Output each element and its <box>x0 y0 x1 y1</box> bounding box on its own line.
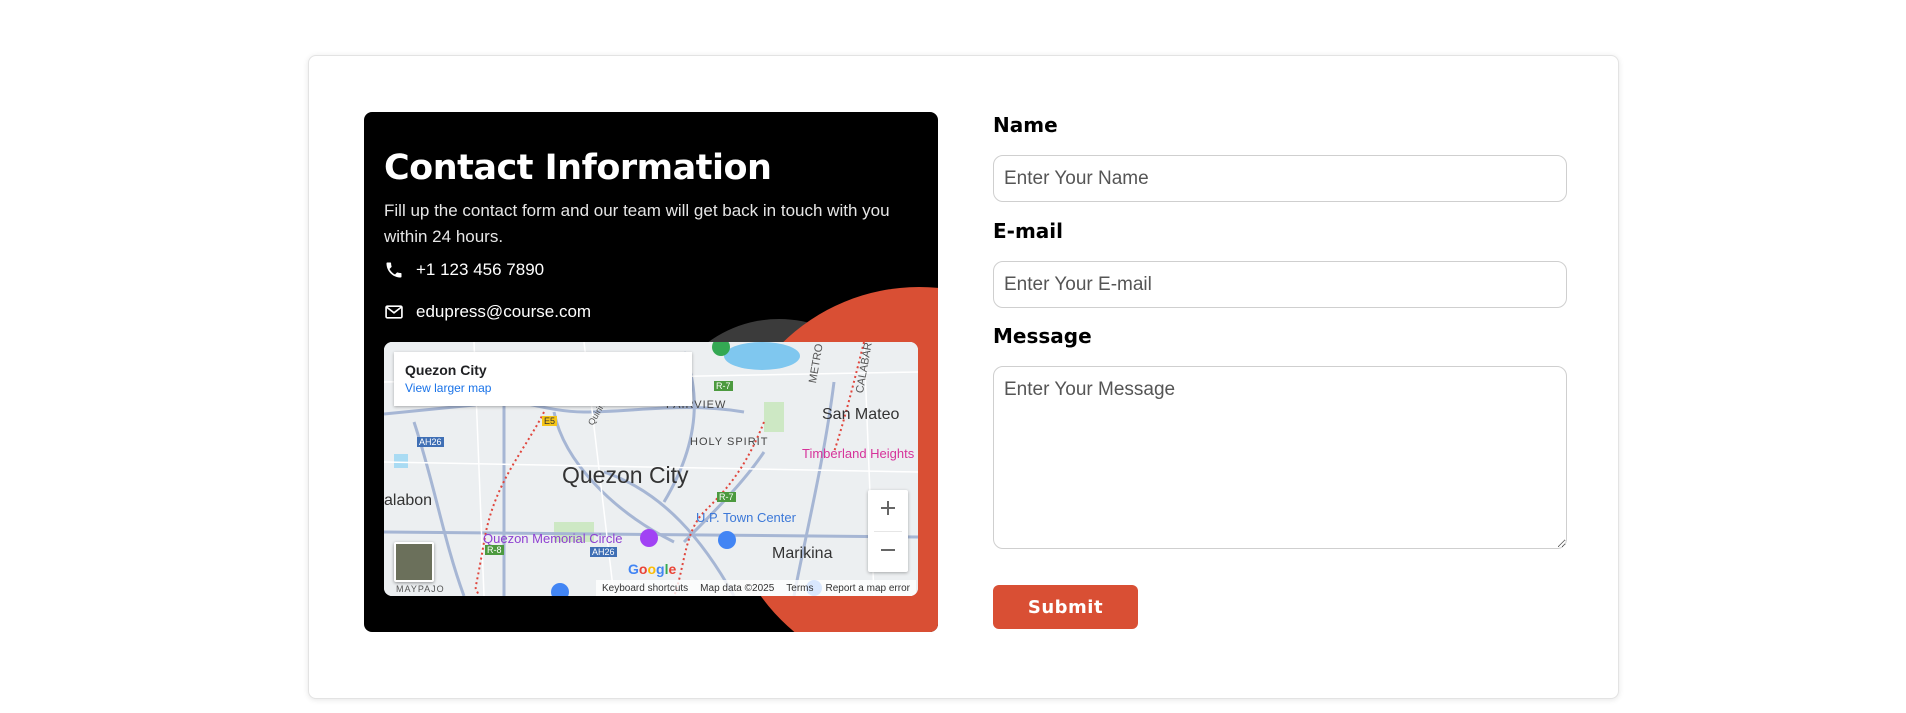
mail-icon <box>384 302 404 322</box>
map-shield-e5: E5 <box>542 416 558 426</box>
map-label-city: Quezon City <box>562 462 689 488</box>
map-label-holy-spirit: HOLY SPIRIT <box>690 436 769 448</box>
map-shield-r8: R-8 <box>485 545 504 555</box>
map-label-timberland: Timberland Heights <box>802 446 915 461</box>
name-input[interactable] <box>993 155 1567 202</box>
email-label: E-mail <box>993 219 1064 243</box>
map-shield-r7-south: R-7 <box>717 492 736 502</box>
zoom-in-button[interactable] <box>868 490 908 531</box>
map-shield-r7-north: R-7 <box>714 381 733 391</box>
contact-phone-value[interactable]: +1 123 456 7890 <box>416 260 544 280</box>
google-logo: Google <box>628 561 677 577</box>
minus-icon <box>879 541 897 564</box>
plus-icon <box>879 499 897 522</box>
map-label-malabon: alabon <box>384 492 433 509</box>
embedded-map[interactable]: Quezon City San Mateo FAIRVIEW HOLY SPIR… <box>384 342 918 596</box>
map-attribution: Keyboard shortcuts Map data ©2025 Terms … <box>596 580 916 596</box>
contact-info-panel: Contact Information Fill up the contact … <box>364 112 938 632</box>
map-info-box: Quezon City View larger map <box>394 352 692 406</box>
map-label-up-town: U.P. Town Center <box>696 510 796 525</box>
map-label-marikina: Marikina <box>772 545 833 562</box>
satellite-toggle[interactable] <box>394 542 434 582</box>
contact-info-text: Fill up the contact form and our team wi… <box>384 201 890 246</box>
map-zoom-control <box>868 490 908 572</box>
map-shield-ah26-west: AH26 <box>417 437 444 447</box>
message-label: Message <box>993 324 1092 348</box>
phone-icon <box>384 260 404 280</box>
map-shield-ah26-south: AH26 <box>590 547 617 557</box>
contact-email-value[interactable]: edupress@course.com <box>416 302 591 322</box>
keyboard-shortcuts-link[interactable]: Keyboard shortcuts <box>602 583 688 594</box>
view-larger-map-link[interactable]: View larger map <box>405 381 491 395</box>
terms-link[interactable]: Terms <box>786 583 813 594</box>
map-label-memorial-circle: Quezon Memorial Circle <box>483 531 623 546</box>
contact-info-title: Contact Information <box>384 148 772 188</box>
message-textarea[interactable] <box>993 366 1567 549</box>
name-label: Name <box>993 113 1058 137</box>
map-label-san-mateo: San Mateo <box>822 406 900 423</box>
zoom-out-button[interactable] <box>868 532 908 573</box>
report-error-link[interactable]: Report a map error <box>826 583 910 594</box>
contact-phone: +1 123 456 7890 <box>384 260 544 280</box>
map-place-name: Quezon City <box>405 362 487 378</box>
map-data-text: Map data ©2025 <box>700 582 775 594</box>
map-label-maypajo: MAYPAJO <box>396 584 445 594</box>
email-input[interactable] <box>993 261 1567 308</box>
contact-card: Contact Information Fill up the contact … <box>308 55 1619 699</box>
contact-email: edupress@course.com <box>384 302 591 322</box>
submit-button[interactable]: Submit <box>993 585 1138 629</box>
